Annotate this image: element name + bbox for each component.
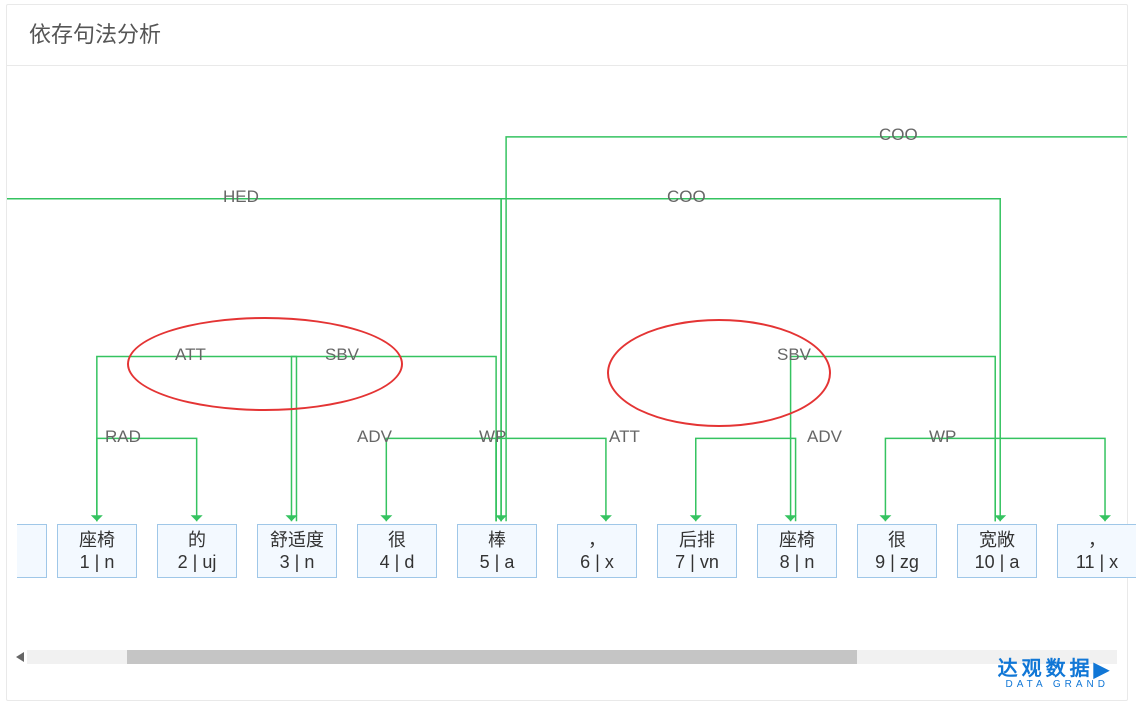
brand-arrow-icon: ▶ — [1094, 657, 1109, 682]
relation-label: HED — [223, 187, 259, 207]
token-tag: 5 | a — [458, 551, 536, 573]
token-word: 的 — [158, 529, 236, 551]
token-partial-left — [17, 524, 47, 578]
token: 舒适度3 | n — [257, 524, 337, 578]
relation-label: WP — [929, 427, 956, 447]
panel: 依存句法分析 座椅1 | n的2 | uj舒适度3 | n很4 | d棒5 | … — [6, 4, 1128, 701]
scroll-track[interactable] — [27, 650, 1117, 664]
token-tag: 11 | x — [1058, 551, 1136, 573]
token: 后排7 | vn — [657, 524, 737, 578]
scroll-left-arrow-icon[interactable] — [13, 649, 27, 665]
token-tag: 9 | zg — [858, 551, 936, 573]
relation-label: ADV — [357, 427, 392, 447]
token-word: 座椅 — [758, 529, 836, 551]
token: 的2 | uj — [157, 524, 237, 578]
token: 宽敞10 | a — [957, 524, 1037, 578]
token: 棒5 | a — [457, 524, 537, 578]
page-title: 依存句法分析 — [29, 17, 1105, 49]
token-tag: 3 | n — [258, 551, 336, 573]
token-word: ， — [558, 529, 636, 551]
dependency-diagram: 座椅1 | n的2 | uj舒适度3 | n很4 | d棒5 | a，6 | x… — [7, 69, 1127, 652]
token-word: 座椅 — [58, 529, 136, 551]
token-tag: 8 | n — [758, 551, 836, 573]
token: 很4 | d — [357, 524, 437, 578]
token-tag: 1 | n — [58, 551, 136, 573]
token: 座椅1 | n — [57, 524, 137, 578]
highlight-ellipse — [127, 317, 403, 411]
relation-label: COO — [667, 187, 706, 207]
horizontal-scrollbar[interactable] — [13, 649, 1117, 665]
scroll-thumb[interactable] — [127, 650, 857, 664]
token-word: 棒 — [458, 529, 536, 551]
token-word: 后排 — [658, 529, 736, 551]
token: 座椅8 | n — [757, 524, 837, 578]
brand-cn-text: 达观数据 — [998, 658, 1094, 680]
token-word: 很 — [358, 529, 436, 551]
relation-label: RAD — [105, 427, 141, 447]
token-tag: 10 | a — [958, 551, 1036, 573]
token-tag: 2 | uj — [158, 551, 236, 573]
brand-logo: 达观数据▶ DATA GRAND — [998, 652, 1109, 690]
token-tag: 7 | vn — [658, 551, 736, 573]
token-word: 很 — [858, 529, 936, 551]
relation-label: ATT — [609, 427, 640, 447]
token-word: ， — [1058, 529, 1136, 551]
panel-header: 依存句法分析 — [7, 5, 1127, 66]
token: 很9 | zg — [857, 524, 937, 578]
token-word: 舒适度 — [258, 529, 336, 551]
relation-label: WP — [479, 427, 506, 447]
relation-label: ADV — [807, 427, 842, 447]
token-tag: 4 | d — [358, 551, 436, 573]
brand-en-text: DATA GRAND — [998, 679, 1109, 690]
relation-label: COO — [879, 125, 918, 145]
token: ，6 | x — [557, 524, 637, 578]
token-word: 宽敞 — [958, 529, 1036, 551]
highlight-ellipse — [607, 319, 831, 427]
token-tag: 6 | x — [558, 551, 636, 573]
token: ，11 | x — [1057, 524, 1136, 578]
